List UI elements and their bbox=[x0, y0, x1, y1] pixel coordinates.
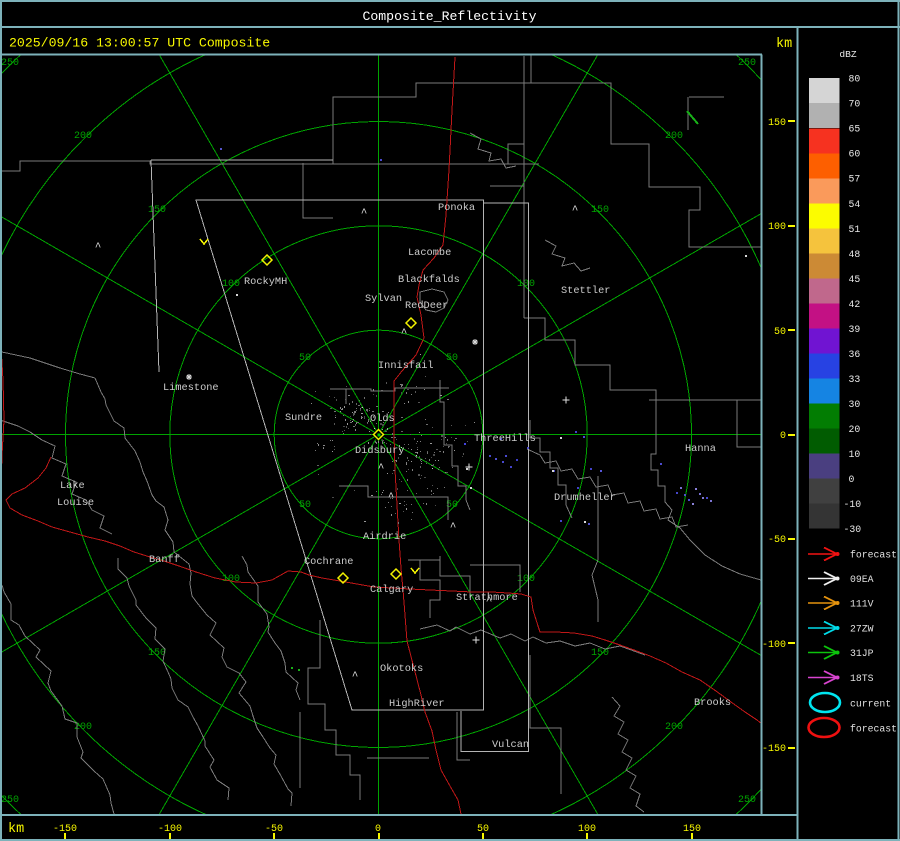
svg-text:50: 50 bbox=[299, 500, 311, 511]
svg-text:km: km bbox=[776, 37, 792, 52]
svg-text:18TS: 18TS bbox=[850, 673, 874, 684]
svg-text:100: 100 bbox=[222, 279, 240, 290]
svg-text:100: 100 bbox=[517, 279, 535, 290]
svg-text:RedDeer: RedDeer bbox=[405, 300, 448, 312]
svg-text:200: 200 bbox=[665, 722, 683, 733]
svg-text:^: ^ bbox=[572, 205, 579, 217]
svg-text:42: 42 bbox=[849, 299, 861, 310]
svg-text:Calgary: Calgary bbox=[370, 584, 413, 596]
svg-text:36: 36 bbox=[849, 349, 861, 360]
svg-text:^: ^ bbox=[378, 463, 385, 475]
svg-text:Olds: Olds bbox=[370, 413, 395, 425]
svg-text:39: 39 bbox=[849, 324, 861, 335]
svg-text:250: 250 bbox=[738, 58, 756, 69]
svg-text:30: 30 bbox=[849, 399, 861, 410]
svg-text:Lacombe: Lacombe bbox=[408, 247, 451, 259]
svg-text:45: 45 bbox=[849, 274, 861, 285]
svg-text:^: ^ bbox=[95, 242, 102, 254]
svg-text:Ponoka: Ponoka bbox=[438, 202, 475, 214]
svg-text:^: ^ bbox=[388, 492, 395, 504]
svg-text:Drumheller: Drumheller bbox=[554, 492, 616, 504]
svg-text:100: 100 bbox=[768, 222, 786, 233]
svg-text:Okotoks: Okotoks bbox=[380, 663, 423, 675]
svg-text:200: 200 bbox=[74, 131, 92, 142]
svg-text:-100: -100 bbox=[762, 640, 786, 651]
svg-text:Blackfalds: Blackfalds bbox=[398, 274, 460, 286]
svg-text:-10: -10 bbox=[844, 499, 862, 510]
svg-text:Composite_Reflectivity: Composite_Reflectivity bbox=[362, 9, 536, 24]
svg-text:250: 250 bbox=[1, 58, 19, 69]
svg-text:10: 10 bbox=[849, 449, 861, 460]
svg-text:60: 60 bbox=[849, 149, 861, 160]
svg-text:Sundre: Sundre bbox=[285, 412, 322, 424]
svg-text:0: 0 bbox=[849, 474, 855, 485]
svg-text:Strathmore: Strathmore bbox=[456, 592, 518, 604]
svg-text:Louise: Louise bbox=[57, 497, 94, 509]
svg-text:^: ^ bbox=[361, 208, 368, 220]
svg-text:^: ^ bbox=[450, 522, 457, 534]
svg-text:Hanna: Hanna bbox=[685, 443, 716, 455]
svg-text:Didsbury: Didsbury bbox=[355, 445, 404, 457]
svg-text:200: 200 bbox=[665, 131, 683, 142]
svg-text:RockyMH: RockyMH bbox=[244, 276, 287, 288]
svg-text:250: 250 bbox=[738, 795, 756, 806]
svg-text:HighRiver: HighRiver bbox=[389, 698, 445, 710]
svg-text:Vulcan: Vulcan bbox=[492, 739, 529, 751]
svg-text:150: 150 bbox=[591, 648, 609, 659]
svg-text:Banff: Banff bbox=[149, 554, 180, 566]
svg-text:27ZW: 27ZW bbox=[850, 624, 874, 635]
svg-text:50: 50 bbox=[446, 353, 458, 364]
svg-text:70: 70 bbox=[849, 99, 861, 110]
svg-text:09EA: 09EA bbox=[850, 574, 874, 585]
svg-text:48: 48 bbox=[849, 249, 861, 260]
svg-text:20: 20 bbox=[849, 424, 861, 435]
svg-text:57: 57 bbox=[849, 174, 861, 185]
svg-text:Innisfail: Innisfail bbox=[378, 360, 434, 372]
svg-text:31JP: 31JP bbox=[850, 648, 874, 659]
svg-text:Stettler: Stettler bbox=[561, 285, 610, 297]
svg-text:dBZ: dBZ bbox=[839, 49, 857, 60]
svg-text:250: 250 bbox=[1, 795, 19, 806]
svg-text:54: 54 bbox=[849, 199, 861, 210]
svg-text:forecast: forecast bbox=[850, 724, 897, 735]
svg-text:Brooks: Brooks bbox=[694, 697, 731, 709]
svg-text:-50: -50 bbox=[768, 535, 786, 546]
svg-text:0: 0 bbox=[780, 431, 786, 442]
svg-text:Cochrane: Cochrane bbox=[304, 556, 353, 568]
svg-text:111V: 111V bbox=[850, 599, 874, 610]
svg-text:Lake: Lake bbox=[60, 480, 85, 492]
svg-text:150: 150 bbox=[148, 205, 166, 216]
svg-text:ThreeHills: ThreeHills bbox=[474, 433, 536, 445]
svg-text:km: km bbox=[8, 822, 24, 837]
svg-text:Sylvan: Sylvan bbox=[365, 293, 402, 305]
svg-text:33: 33 bbox=[849, 374, 861, 385]
svg-text:forecast: forecast bbox=[850, 550, 897, 561]
svg-text:^: ^ bbox=[352, 671, 359, 683]
svg-text:150: 150 bbox=[768, 118, 786, 129]
svg-text:65: 65 bbox=[849, 124, 861, 135]
svg-text:50: 50 bbox=[774, 327, 786, 338]
svg-text:80: 80 bbox=[849, 74, 861, 85]
svg-text:51: 51 bbox=[849, 224, 861, 235]
svg-text:-150: -150 bbox=[762, 744, 786, 755]
svg-text:Airdrie: Airdrie bbox=[363, 531, 406, 543]
svg-text:Limestone: Limestone bbox=[163, 382, 219, 394]
svg-text:50: 50 bbox=[299, 353, 311, 364]
svg-text:150: 150 bbox=[591, 205, 609, 216]
svg-text:^: ^ bbox=[401, 328, 408, 340]
svg-text:current: current bbox=[850, 699, 891, 710]
svg-text:-30: -30 bbox=[844, 524, 862, 535]
svg-text:2025/09/16 13:00:57 UTC Compos: 2025/09/16 13:00:57 UTC Composite bbox=[9, 36, 270, 51]
